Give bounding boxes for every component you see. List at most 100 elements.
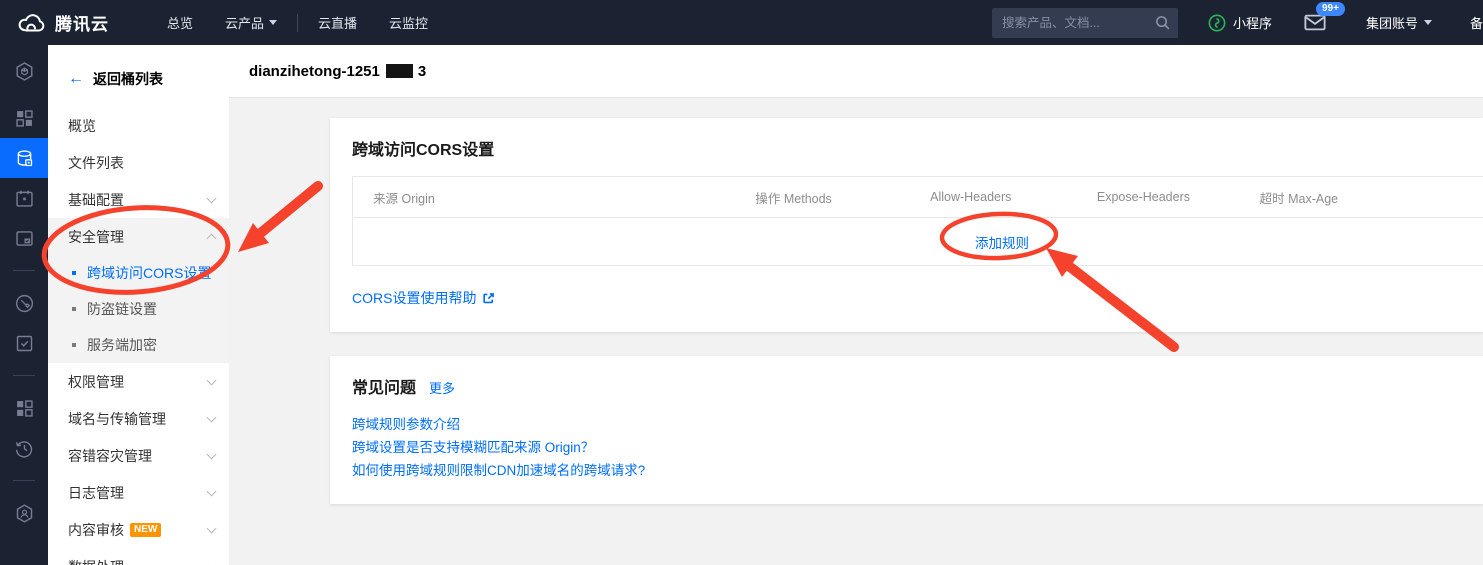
sidebar-item-label: 数据处理 bbox=[68, 557, 124, 565]
rail-divider bbox=[13, 375, 35, 376]
cors-help-link[interactable]: CORS设置使用帮助 bbox=[352, 288, 495, 308]
rail-divider bbox=[13, 480, 35, 481]
sidebar-menu: 概览文件列表基础配置安全管理跨域访问CORS设置防盗链设置服务端加密权限管理域名… bbox=[48, 107, 229, 565]
page-header-bar: dianzihetong-1251 3 bbox=[229, 45, 1483, 98]
history-clock-icon[interactable] bbox=[0, 428, 48, 468]
new-badge: NEW bbox=[130, 523, 161, 537]
media-review-icon[interactable] bbox=[0, 218, 48, 258]
sidebar-item-label: 服务端加密 bbox=[87, 335, 157, 355]
column-header-4: Expose-Headers bbox=[1077, 190, 1240, 204]
mini-program-label: 小程序 bbox=[1233, 13, 1272, 32]
sidebar-item-12[interactable]: 内容审核NEW bbox=[48, 511, 229, 548]
app-body: ← 返回桶列表 概览文件列表基础配置安全管理跨域访问CORS设置防盗链设置服务端… bbox=[0, 45, 1483, 565]
sidebar-item-1[interactable]: 概览 bbox=[48, 107, 229, 144]
top-navbar: 腾讯云 总览云产品云直播云监控 小程序 99+ 集团账号 bbox=[0, 0, 1483, 45]
bullet-icon bbox=[72, 271, 76, 275]
bullet-icon bbox=[72, 307, 76, 311]
sidebar-item-10[interactable]: 容错容灾管理 bbox=[48, 437, 229, 474]
faq-question-link-2[interactable]: 跨域设置是否支持模糊匹配来源 Origin？ bbox=[352, 436, 1461, 459]
rail-divider bbox=[13, 270, 35, 271]
sidebar-item-label: 安全管理 bbox=[68, 227, 124, 247]
cors-rules-table: 来源 Origin操作 MethodsAllow-HeadersExpose-H… bbox=[352, 176, 1483, 266]
sidebar-item-13[interactable]: 数据处理 bbox=[48, 548, 229, 565]
brand-name: 腾讯云 bbox=[55, 10, 109, 35]
sidebar-item-3[interactable]: 基础配置 bbox=[48, 181, 229, 218]
main-area: dianzihetong-1251 3 跨域访问CORS设置 来源 Origin… bbox=[229, 45, 1483, 565]
chevron-down-icon bbox=[1424, 20, 1432, 25]
products-grid-icon[interactable] bbox=[0, 98, 48, 138]
mini-program-icon bbox=[1208, 14, 1226, 32]
tencent-cloud-logo[interactable]: 腾讯云 bbox=[16, 10, 109, 35]
faq-question-link-3[interactable]: 如何使用跨域规则限制CDN加速域名的跨域请求? bbox=[352, 459, 1461, 482]
add-rule-button[interactable]: 添加规则 bbox=[975, 232, 1029, 252]
faq-question-link-1[interactable]: 跨域规则参数介绍 bbox=[352, 413, 1461, 436]
icon-rail bbox=[0, 45, 48, 565]
external-link-icon bbox=[482, 292, 495, 305]
sidebar-item-label: 容错容灾管理 bbox=[68, 446, 152, 466]
sidebar-item-label: 域名与传输管理 bbox=[68, 409, 166, 429]
cos-storage-icon[interactable] bbox=[0, 138, 48, 178]
nav-item-2[interactable]: 云产品 bbox=[209, 0, 293, 45]
table-header-row: 来源 Origin操作 MethodsAllow-HeadersExpose-H… bbox=[353, 177, 1483, 217]
sidebar-item-label: 防盗链设置 bbox=[87, 299, 157, 319]
search-input[interactable] bbox=[1002, 16, 1155, 30]
back-to-bucket-list[interactable]: ← 返回桶列表 bbox=[48, 45, 229, 107]
sidebar-item-11[interactable]: 日志管理 bbox=[48, 474, 229, 511]
sidebar-expanded-group: 安全管理跨域访问CORS设置防盗链设置服务端加密 bbox=[48, 218, 229, 363]
nav-item-3[interactable]: 云直播 bbox=[302, 0, 373, 45]
nav-item-4[interactable]: 云监控 bbox=[373, 0, 444, 45]
cloud-logo-icon bbox=[16, 12, 46, 34]
task-checkbox-icon[interactable] bbox=[0, 323, 48, 363]
topnav-right: 小程序 99+ 集团账号 备 bbox=[992, 8, 1483, 38]
sidebar-item-5[interactable]: 跨域访问CORS设置 bbox=[48, 255, 229, 291]
nav-divider bbox=[297, 14, 298, 32]
sidebar-item-label: 日志管理 bbox=[68, 483, 124, 503]
apps-grid-icon[interactable] bbox=[0, 388, 48, 428]
topnav-truncated-item[interactable]: 备 bbox=[1470, 13, 1483, 32]
column-header-3: Allow-Headers bbox=[910, 190, 1077, 204]
sidebar-item-8[interactable]: 权限管理 bbox=[48, 363, 229, 400]
calendar-icon[interactable] bbox=[0, 178, 48, 218]
cors-settings-card: 跨域访问CORS设置 来源 Origin操作 MethodsAllow-Head… bbox=[330, 118, 1483, 332]
console-logo-icon[interactable] bbox=[0, 45, 48, 98]
shield-hexagon-icon[interactable] bbox=[0, 493, 48, 533]
redaction-box bbox=[386, 64, 413, 78]
sidebar: ← 返回桶列表 概览文件列表基础配置安全管理跨域访问CORS设置防盗链设置服务端… bbox=[48, 45, 229, 565]
mini-program-entry[interactable]: 小程序 bbox=[1208, 13, 1272, 32]
column-header-5: 超时 Max-Age bbox=[1240, 188, 1483, 207]
sidebar-item-label: 文件列表 bbox=[68, 153, 124, 173]
chevron-down-icon bbox=[269, 20, 277, 25]
service-tool-icon[interactable] bbox=[0, 283, 48, 323]
sidebar-item-9[interactable]: 域名与传输管理 bbox=[48, 400, 229, 437]
faq-link-list: 跨域规则参数介绍跨域设置是否支持模糊匹配来源 Origin？如何使用跨域规则限制… bbox=[352, 413, 1461, 482]
chevron-down-icon bbox=[207, 560, 217, 565]
account-label: 集团账号 bbox=[1366, 13, 1418, 32]
mail-icon bbox=[1304, 14, 1326, 31]
sidebar-item-7[interactable]: 服务端加密 bbox=[48, 327, 229, 363]
chevron-down-icon bbox=[207, 193, 217, 203]
faq-more-link[interactable]: 更多 bbox=[429, 378, 455, 397]
topnav-menu: 总览云产品云直播云监控 bbox=[151, 0, 444, 45]
sidebar-item-4[interactable]: 安全管理 bbox=[48, 218, 229, 255]
sidebar-item-label: 跨域访问CORS设置 bbox=[87, 263, 211, 283]
sidebar-item-2[interactable]: 文件列表 bbox=[48, 144, 229, 181]
messages-entry[interactable]: 99+ bbox=[1304, 14, 1326, 31]
back-label: 返回桶列表 bbox=[93, 69, 163, 89]
search-icon[interactable] bbox=[1155, 15, 1170, 30]
chevron-up-icon bbox=[207, 234, 217, 244]
account-menu[interactable]: 集团账号 bbox=[1366, 13, 1432, 32]
sidebar-item-label: 基础配置 bbox=[68, 190, 124, 210]
bucket-name-prefix: dianzihetong-1251 bbox=[249, 63, 380, 80]
chevron-down-icon bbox=[207, 449, 217, 459]
table-empty-row: 添加规则 bbox=[353, 217, 1483, 265]
chevron-down-icon bbox=[207, 523, 217, 533]
chevron-down-icon bbox=[207, 375, 217, 385]
page-content: 跨域访问CORS设置 来源 Origin操作 MethodsAllow-Head… bbox=[229, 98, 1483, 565]
faq-card: 常见问题 更多 跨域规则参数介绍跨域设置是否支持模糊匹配来源 Origin？如何… bbox=[330, 356, 1483, 504]
nav-item-1[interactable]: 总览 bbox=[151, 0, 209, 45]
cors-card-title: 跨域访问CORS设置 bbox=[352, 136, 1461, 160]
sidebar-item-6[interactable]: 防盗链设置 bbox=[48, 291, 229, 327]
message-count-badge: 99+ bbox=[1316, 2, 1345, 16]
bullet-icon bbox=[72, 343, 76, 347]
search-box[interactable] bbox=[992, 8, 1178, 38]
